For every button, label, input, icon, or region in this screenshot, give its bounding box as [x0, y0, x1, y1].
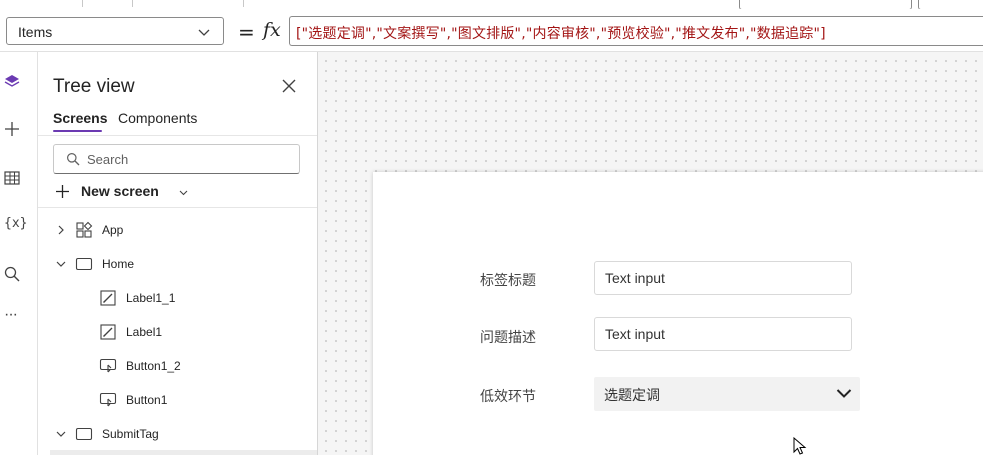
label-icon [100, 290, 116, 306]
chevron-down-icon[interactable] [55, 258, 67, 270]
toolbar-separator [243, 0, 244, 7]
chevron-down-icon[interactable] [836, 387, 852, 399]
toolbar-separator [132, 0, 133, 7]
input-placeholder: Text input [605, 326, 665, 342]
divider [38, 207, 317, 208]
property-selector-value: Items [18, 24, 53, 40]
screen-icon [75, 257, 93, 271]
tree-node-label: Label1_1 [126, 291, 176, 305]
search-placeholder: Search [87, 152, 129, 167]
new-screen-label: New screen [81, 183, 159, 199]
app-icon [76, 221, 93, 238]
layers-icon[interactable] [3, 73, 21, 91]
tree-node-label: Button1 [126, 393, 168, 407]
tree-node-control[interactable]: Label1_1 [38, 283, 317, 313]
tree-node-label: Home [102, 257, 135, 271]
chevron-down-icon [179, 190, 188, 196]
tree-search-input[interactable]: Search [53, 144, 300, 174]
tree-node-screen[interactable]: Home [38, 249, 317, 279]
search-icon[interactable] [3, 265, 21, 283]
app-screen-preview[interactable]: 标签标题 Text input 问题描述 Text input 低效环节 选题定… [373, 172, 983, 455]
toolbar-separator [82, 0, 83, 7]
design-canvas[interactable]: 标签标题 Text input 问题描述 Text input 低效环节 选题定… [318, 52, 983, 455]
chevron-right-icon[interactable] [55, 224, 67, 236]
insert-plus-icon[interactable] [3, 120, 21, 138]
formula-input[interactable]: ["选题定调","文案撰写","图文排版","内容审核","预览校验","推文发… [289, 16, 983, 46]
problem-description-input[interactable]: Text input [594, 317, 852, 351]
tree-node-control[interactable]: Label1 [38, 317, 317, 347]
divider [38, 135, 317, 136]
tree-node-label: App [102, 223, 124, 237]
plus-icon [56, 185, 69, 198]
dropdown-selected-value: 选题定调 [604, 388, 660, 404]
tree-node-control[interactable]: Button1_2 [38, 351, 317, 381]
chevron-down-icon[interactable] [55, 428, 67, 440]
input-placeholder: Text input [605, 270, 665, 286]
search-icon [67, 153, 80, 166]
form-label-inefficient-step: 低效环节 [480, 389, 536, 405]
form-label-problem-description: 问题描述 [480, 330, 536, 346]
tag-title-input[interactable]: Text input [594, 261, 852, 295]
mouse-cursor-icon [793, 437, 807, 455]
tree-node-label: Label1 [126, 325, 163, 339]
equals-sign: = [238, 20, 255, 44]
button-icon [99, 392, 117, 407]
tab-screens[interactable]: Screens [53, 110, 107, 126]
property-selector[interactable]: Items [6, 17, 224, 45]
data-table-icon[interactable] [3, 169, 21, 187]
form-label-tag-title: 标签标题 [480, 273, 536, 289]
inefficient-step-dropdown[interactable]: 选题定调 [594, 377, 860, 411]
tree-node-control[interactable]: Button1 [38, 385, 317, 415]
tab-components[interactable]: Components [118, 110, 197, 126]
left-rail: {x} ··· [0, 52, 38, 455]
screen-icon [75, 427, 93, 441]
tree-node-screen[interactable]: SubmitTag [38, 419, 317, 449]
close-icon[interactable] [281, 78, 297, 94]
tree-view-title: Tree view [53, 76, 135, 97]
fx-icon[interactable]: fx [263, 19, 281, 41]
tree-node-label: SubmitTag [102, 427, 159, 441]
label-icon [100, 324, 116, 340]
button-icon [99, 358, 117, 373]
more-icon[interactable]: ··· [4, 306, 22, 324]
tab-active-indicator [53, 130, 102, 132]
tree-node-label: Button1_2 [126, 359, 181, 373]
command-bar-remnant [0, 0, 983, 10]
tree-view-panel: Tree view Screens Components Search New … [38, 52, 318, 455]
formula-bar: Items = fx ["选题定调","文案撰写","图文排版","内容审核",… [0, 9, 983, 52]
variables-icon[interactable]: {x} [4, 216, 27, 234]
tree-node-app[interactable]: App [38, 215, 317, 245]
tree-node-selected-partial[interactable] [50, 450, 317, 455]
formula-text: ["选题定调","文案撰写","图文排版","内容审核","预览校验","推文发… [296, 26, 826, 42]
chevron-down-icon [198, 29, 210, 36]
